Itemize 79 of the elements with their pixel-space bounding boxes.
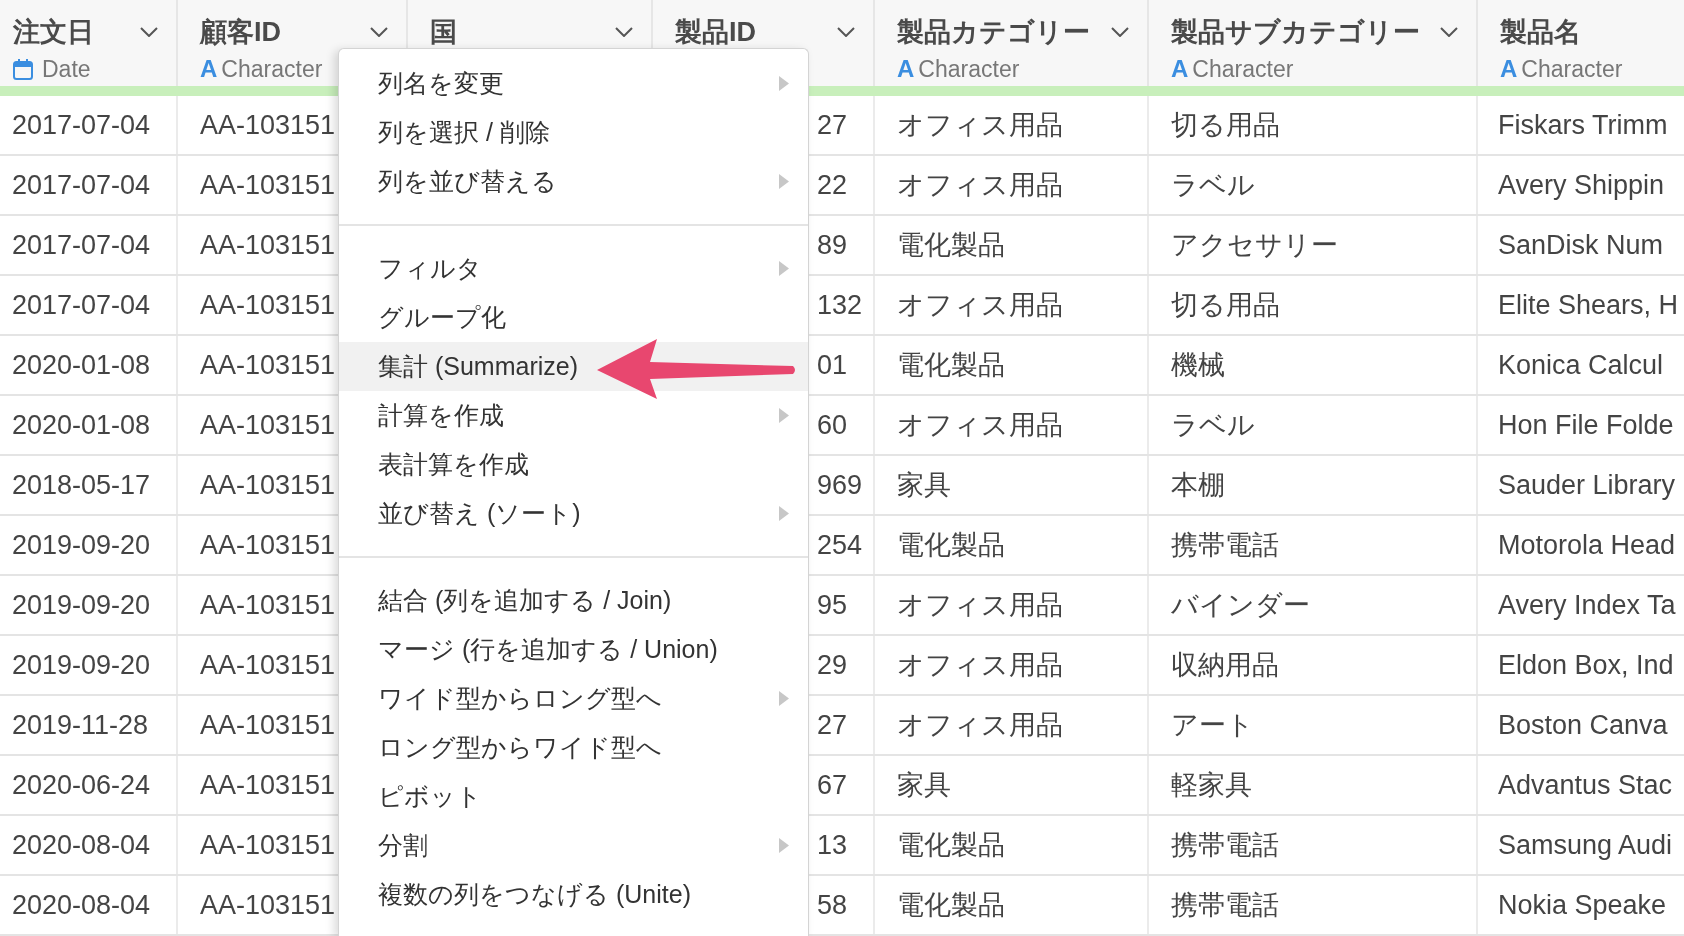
column-type-label: Character (221, 55, 323, 83)
table-cell: オフィス用品 (875, 276, 1149, 334)
table-cell: 2019-09-20 (0, 636, 178, 694)
table-cell: 収納用品 (1149, 636, 1478, 694)
table-cell: 電化製品 (875, 816, 1149, 874)
table-cell: 携帯電話 (1149, 816, 1478, 874)
calendar-icon (13, 58, 33, 80)
table-cell: オフィス用品 (875, 576, 1149, 634)
table-cell: 2017-07-04 (0, 216, 178, 274)
table-cell: バインダー (1149, 576, 1478, 634)
column-type-label: Character (1192, 55, 1294, 83)
table-cell-text: Boston Canva (1497, 709, 1669, 742)
table-cell: オフィス用品 (875, 696, 1149, 754)
table-cell: 電化製品 (875, 876, 1149, 934)
column-name: 顧客ID (200, 16, 281, 49)
table-cell: 2017-07-04 (0, 276, 178, 334)
table-cell: 切る用品 (1149, 276, 1478, 334)
table-cell: アクセサリー (1149, 216, 1478, 274)
character-type-icon: A (1500, 57, 1518, 81)
table-cell: オフィス用品 (875, 396, 1149, 454)
chevron-down-icon[interactable] (370, 27, 388, 37)
column-type-label: Character (1521, 55, 1623, 83)
character-type-icon: A (1171, 57, 1189, 81)
table-cell: 2020-08-04 (0, 816, 178, 874)
table-cell: オフィス用品 (875, 96, 1149, 154)
character-type-icon: A (200, 57, 218, 81)
chevron-down-icon[interactable] (140, 27, 158, 37)
table-cell: ラベル (1149, 156, 1478, 214)
table-cell-text: Konica Calcul (1497, 349, 1665, 382)
table-cell-text: Eldon Box, Ind (1497, 649, 1675, 682)
table-cell: アート (1149, 696, 1478, 754)
chevron-down-icon[interactable] (1111, 27, 1129, 37)
column-type-label: Character (918, 55, 1020, 83)
table-cell: 2020-06-24 (0, 756, 178, 814)
table-cell: オフィス用品 (875, 156, 1149, 214)
table-cell: 携帯電話 (1149, 516, 1478, 574)
column-name: 製品ID (675, 16, 756, 49)
column-name: 製品サブカテゴリー (1171, 16, 1420, 49)
table-cell: 本棚 (1149, 456, 1478, 514)
table-cell-text: Avery Index Ta (1497, 589, 1677, 622)
table-cell: 2019-11-28 (0, 696, 178, 754)
table-cell: 電化製品 (875, 516, 1149, 574)
table-cell: ラベル (1149, 396, 1478, 454)
table-cell: 2020-08-04 (0, 876, 178, 934)
column-name: 製品名 (1500, 16, 1581, 49)
table-cell-text: Nokia Speake (1497, 889, 1668, 922)
table-cell: 2017-07-04 (0, 96, 178, 154)
table-cell: 電化製品 (875, 216, 1149, 274)
table-cell: 携帯電話 (1149, 876, 1478, 934)
table-cell-text: Sauder Library (1497, 469, 1677, 502)
table-cell: 電化製品 (875, 336, 1149, 394)
table-cell: 切る用品 (1149, 96, 1478, 154)
table-cell-text: Samsung Audi (1497, 829, 1674, 862)
table-cell-text: Fiskars Trimm (1497, 109, 1669, 142)
table-cell-text: Motorola Head (1497, 529, 1677, 562)
table-cell-text: Avery Shippin (1497, 169, 1666, 202)
table-cell: 2020-01-08 (0, 336, 178, 394)
table-cell: 2017-07-04 (0, 156, 178, 214)
chevron-down-icon[interactable] (615, 27, 633, 37)
table-cell: 家具 (875, 456, 1149, 514)
table-cell: オフィス用品 (875, 636, 1149, 694)
table-cell: 軽家具 (1149, 756, 1478, 814)
table-cell: 2018-05-17 (0, 456, 178, 514)
column-type-label: Date (42, 55, 91, 83)
table-cell-text: SanDisk Num (1497, 229, 1665, 262)
chevron-down-icon[interactable] (1440, 27, 1458, 37)
column-name: 国 (430, 16, 457, 49)
chevron-down-icon[interactable] (837, 27, 855, 37)
column-name: 注文日 (13, 16, 94, 49)
table-cell: 機械 (1149, 336, 1478, 394)
table-cell-text: Hon File Folde (1497, 409, 1675, 442)
column-name: 製品カテゴリー (897, 16, 1090, 49)
table-cell-text: Elite Shears, H (1497, 289, 1680, 322)
table-cell: 2020-01-08 (0, 396, 178, 454)
table-cell: 2019-09-20 (0, 576, 178, 634)
table-cell-text: Advantus Stac (1497, 769, 1674, 802)
table-cell: 家具 (875, 756, 1149, 814)
table-cell: 2019-09-20 (0, 516, 178, 574)
character-type-icon: A (897, 57, 915, 81)
